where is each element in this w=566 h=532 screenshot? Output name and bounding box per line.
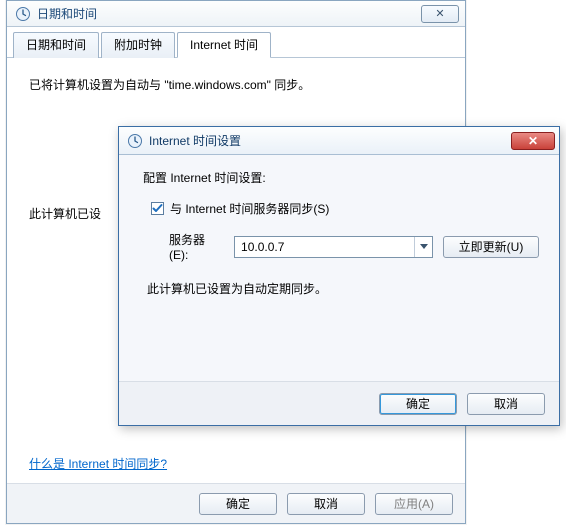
cancel-button[interactable]: 取消 — [467, 393, 545, 415]
dialog-footer: 确定 取消 — [119, 381, 559, 425]
sync-info-text: 已将计算机设置为自动与 "time.windows.com" 同步。 — [29, 76, 447, 93]
titlebar[interactable]: 日期和时间 ✕ — [7, 1, 465, 27]
tab-additional-clocks[interactable]: 附加时钟 — [101, 32, 175, 58]
sync-checkbox-label[interactable]: 与 Internet 时间服务器同步(S) — [170, 200, 329, 217]
dialog-title: Internet 时间设置 — [149, 132, 241, 149]
close-icon: ✕ — [435, 7, 444, 20]
check-icon — [152, 203, 163, 214]
server-value: 10.0.0.7 — [235, 240, 414, 254]
ok-button[interactable]: 确定 — [379, 393, 457, 415]
server-combobox[interactable]: 10.0.0.7 — [234, 236, 433, 258]
dialog-body: 配置 Internet 时间设置: 与 Internet 时间服务器同步(S) … — [119, 155, 559, 297]
heading-text: 配置 Internet 时间设置: — [143, 169, 539, 186]
chevron-down-icon[interactable] — [414, 237, 432, 257]
sync-checkbox[interactable] — [151, 202, 164, 215]
window-title: 日期和时间 — [37, 5, 97, 22]
sync-checkbox-row: 与 Internet 时间服务器同步(S) — [143, 200, 539, 217]
close-button[interactable]: ✕ — [421, 5, 459, 23]
clock-icon — [15, 6, 31, 22]
update-now-button[interactable]: 立即更新(U) — [443, 236, 539, 258]
help-link[interactable]: 什么是 Internet 时间同步? — [29, 457, 167, 471]
apply-button[interactable]: 应用(A) — [375, 493, 453, 515]
clock-icon — [127, 133, 143, 149]
tab-date-time[interactable]: 日期和时间 — [13, 32, 99, 58]
titlebar[interactable]: Internet 时间设置 ✕ — [119, 127, 559, 155]
ok-button[interactable]: 确定 — [199, 493, 277, 515]
internet-time-settings-dialog: Internet 时间设置 ✕ 配置 Internet 时间设置: 与 Inte… — [118, 126, 560, 426]
tab-strip: 日期和时间 附加时钟 Internet 时间 — [7, 27, 465, 58]
close-button[interactable]: ✕ — [511, 132, 555, 150]
server-label: 服务器(E): — [169, 231, 224, 262]
close-icon: ✕ — [528, 134, 538, 148]
dialog-footer: 确定 取消 应用(A) — [7, 483, 465, 523]
server-row: 服务器(E): 10.0.0.7 立即更新(U) — [143, 231, 539, 262]
tab-internet-time[interactable]: Internet 时间 — [177, 32, 271, 58]
status-text: 此计算机已设置为自动定期同步。 — [143, 280, 539, 297]
cancel-button[interactable]: 取消 — [287, 493, 365, 515]
